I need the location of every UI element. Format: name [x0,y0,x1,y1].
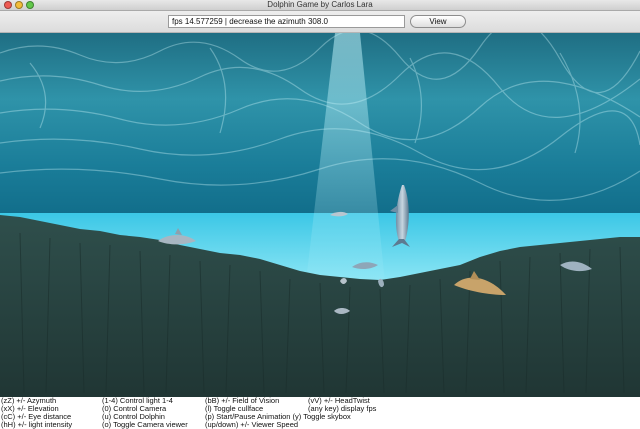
status-field[interactable]: fps 14.577259 | decrease the azimuth 308… [168,15,405,28]
help-line: (any key) display fps [308,404,377,413]
help-line: (up/down) +/- Viewer Speed [205,420,299,429]
view-button[interactable]: View [410,15,466,28]
window-titlebar: Dolphin Game by Carlos Lara [0,0,640,11]
controls-help-panel: (zZ) +/- Azymuth (xX) +/- Elevation (cC)… [0,397,640,429]
toolbar: fps 14.577259 | decrease the azimuth 308… [0,11,640,33]
help-line: (o) Toggle Camera viewer [102,420,188,429]
underwater-scene [0,33,640,397]
window-title: Dolphin Game by Carlos Lara [267,0,373,9]
game-viewport[interactable] [0,33,640,397]
help-line: (hH) +/- light intensity [1,420,73,429]
